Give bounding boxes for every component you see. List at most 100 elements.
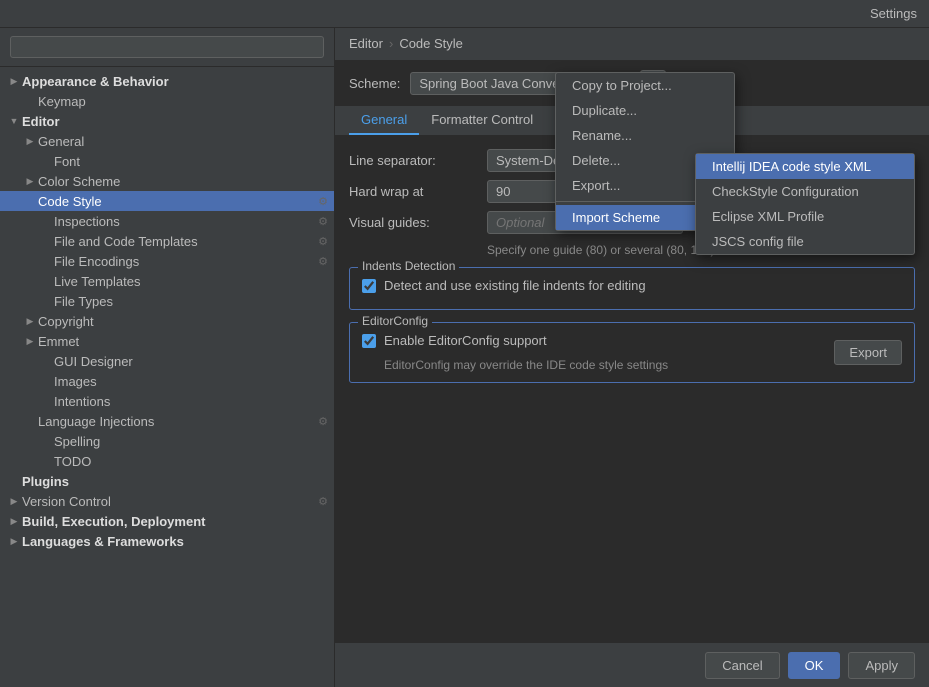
expand-icon: ▼ [6,113,22,129]
sidebar-item-appearance[interactable]: ▶ Appearance & Behavior [0,71,334,91]
search-input[interactable] [10,36,324,58]
sidebar-item-label: Intentions [54,394,110,409]
sidebar-item-file-encodings[interactable]: File Encodings ⚙ [0,251,334,271]
breadcrumb-separator: › [389,36,393,51]
sidebar-item-gui-designer[interactable]: GUI Designer [0,351,334,371]
sidebar-item-keymap[interactable]: Keymap [0,91,334,111]
expand-icon: ▶ [22,133,38,149]
sidebar-item-label: File Encodings [54,254,139,269]
content-area: Editor › Code Style Scheme: Spring Boot … [335,28,929,687]
sidebar-item-language-injections[interactable]: Language Injections ⚙ [0,411,334,431]
sidebar-item-label: Emmet [38,334,79,349]
sidebar-item-spelling[interactable]: Spelling [0,431,334,451]
ok-button[interactable]: OK [788,652,841,679]
hard-wrap-label: Hard wrap at [349,184,479,199]
sidebar-item-languages[interactable]: ▶ Languages & Frameworks [0,531,334,551]
sidebar-item-todo[interactable]: TODO [0,451,334,471]
ext-icon: ⚙ [318,415,328,428]
no-expand-icon [22,413,38,429]
menu-item-duplicate[interactable]: Duplicate... [556,98,734,123]
sidebar-item-file-code-templates[interactable]: File and Code Templates ⚙ [0,231,334,251]
menu-item-rename[interactable]: Rename... [556,123,734,148]
sidebar-item-font[interactable]: Font [0,151,334,171]
expand-icon: ▶ [6,493,22,509]
sidebar-item-general[interactable]: ▶ General [0,131,334,151]
sidebar-item-intentions[interactable]: Intentions [0,391,334,411]
submenu-item-checkstyle[interactable]: CheckStyle Configuration [696,179,914,204]
sidebar-item-label: Languages & Frameworks [22,534,184,549]
editorconfig-section: EditorConfig Enable EditorConfig support… [349,322,915,383]
import-scheme-submenu: Intellij IDEA code style XML CheckStyle … [695,153,915,255]
line-separator-label: Line separator: [349,153,479,168]
no-expand-icon [38,353,54,369]
sidebar-item-version-control[interactable]: ▶ Version Control ⚙ [0,491,334,511]
sidebar-item-label: Plugins [22,474,69,489]
editorconfig-checkbox[interactable] [362,334,376,348]
export-button[interactable]: Export [834,340,902,365]
sidebar-item-label: GUI Designer [54,354,133,369]
submenu-item-eclipse-xml[interactable]: Eclipse XML Profile [696,204,914,229]
editorconfig-checkbox-label: Enable EditorConfig support [384,333,547,348]
no-expand-icon [6,473,22,489]
indents-checkbox[interactable] [362,279,376,293]
tab-formatter-control[interactable]: Formatter Control [419,106,545,135]
breadcrumb-part2: Code Style [399,36,463,51]
editorconfig-note: EditorConfig may override the IDE code s… [384,358,668,372]
sidebar-item-label: Language Injections [38,414,154,429]
sidebar-item-editor[interactable]: ▼ Editor [0,111,334,131]
sidebar-item-label: Build, Execution, Deployment [22,514,205,529]
sidebar-item-images[interactable]: Images [0,371,334,391]
expand-icon: ▶ [6,73,22,89]
apply-button[interactable]: Apply [848,652,915,679]
no-expand-icon [38,453,54,469]
sidebar-item-label: Inspections [54,214,120,229]
submenu-item-label: Intellij IDEA code style XML [712,159,871,174]
indents-section-title: Indents Detection [358,259,459,273]
no-expand-icon [38,393,54,409]
sidebar-item-label: Editor [22,114,60,129]
indents-detection-section: Indents Detection Detect and use existin… [349,267,915,310]
menu-item-label: Export... [572,178,620,193]
no-expand-icon [22,193,38,209]
sidebar-item-file-types[interactable]: File Types [0,291,334,311]
menu-item-label: Delete... [572,153,620,168]
sidebar-item-label: Copyright [38,314,94,329]
sidebar-item-label: Images [54,374,97,389]
breadcrumb-part1: Editor [349,36,383,51]
sidebar-item-build-execution[interactable]: ▶ Build, Execution, Deployment [0,511,334,531]
sidebar-item-live-templates[interactable]: Live Templates [0,271,334,291]
sidebar-item-label: Spelling [54,434,100,449]
menu-item-label: Rename... [572,128,632,143]
expand-icon: ▶ [6,533,22,549]
submenu-item-jscs[interactable]: JSCS config file [696,229,914,254]
sidebar-item-inspections[interactable]: Inspections ⚙ [0,211,334,231]
editorconfig-checkbox-row: Enable EditorConfig support [362,333,668,348]
no-expand-icon [38,253,54,269]
expand-icon: ▶ [22,313,38,329]
no-expand-icon [38,433,54,449]
no-expand-icon [38,273,54,289]
ext-icon: ⚙ [318,195,328,208]
expand-icon: ▶ [22,173,38,189]
menu-item-copy-to-project[interactable]: Copy to Project... [556,73,734,98]
sidebar-item-code-style[interactable]: Code Style ⚙ [0,191,334,211]
scheme-label: Scheme: [349,76,400,91]
sidebar-item-emmet[interactable]: ▶ Emmet [0,331,334,351]
tab-general[interactable]: General [349,106,419,135]
sidebar-item-color-scheme[interactable]: ▶ Color Scheme [0,171,334,191]
no-expand-icon [38,373,54,389]
sidebar-item-label: Code Style [38,194,102,209]
cancel-button[interactable]: Cancel [705,652,779,679]
submenu-item-label: CheckStyle Configuration [712,184,859,199]
sidebar-item-label: Version Control [22,494,111,509]
sidebar-item-label: Color Scheme [38,174,120,189]
settings-tree: ▶ Appearance & Behavior Keymap ▼ Editor … [0,67,334,687]
sidebar-item-copyright[interactable]: ▶ Copyright [0,311,334,331]
sidebar-item-plugins[interactable]: Plugins [0,471,334,491]
sidebar-item-label: File and Code Templates [54,234,198,249]
menu-item-label: Duplicate... [572,103,637,118]
editorconfig-left: Enable EditorConfig support EditorConfig… [362,333,668,372]
submenu-item-intellij-xml[interactable]: Intellij IDEA code style XML [696,154,914,179]
no-expand-icon [38,153,54,169]
sidebar-item-label: File Types [54,294,113,309]
